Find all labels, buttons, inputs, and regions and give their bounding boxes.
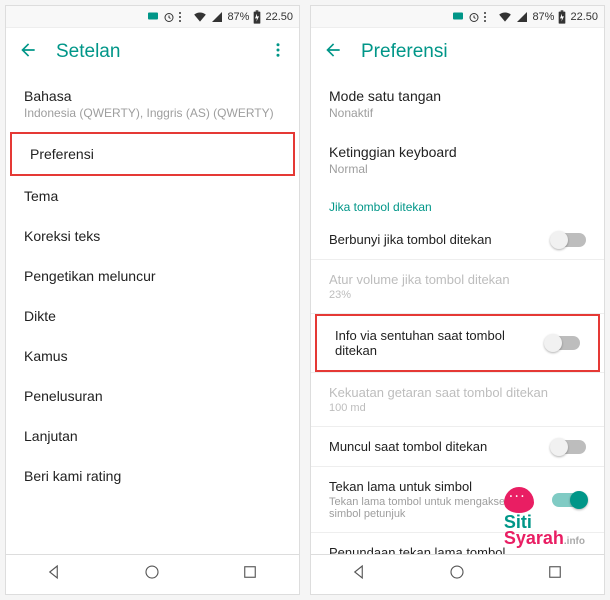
nav-recent-icon[interactable]: [241, 563, 259, 586]
signal-icon: [516, 11, 528, 23]
status-bar: 87% 22.50: [6, 6, 299, 28]
app-bar: Preferensi: [311, 28, 604, 76]
settings-list: Bahasa Indonesia (QWERTY), Inggris (AS) …: [6, 76, 299, 554]
more-icon[interactable]: [269, 41, 287, 64]
status-bar: 87% 22.50: [311, 6, 604, 28]
cast-icon: [452, 11, 464, 23]
item-bahasa[interactable]: Bahasa Indonesia (QWERTY), Inggris (AS) …: [6, 76, 299, 132]
nav-recent-icon[interactable]: [546, 563, 564, 586]
battery-text: 87%: [532, 11, 554, 23]
section-header: Jika tombol ditekan: [311, 188, 604, 220]
phone-left: 87% 22.50 Setelan Bahasa Indonesia (QWER…: [5, 5, 300, 595]
nav-back-icon[interactable]: [46, 563, 64, 586]
signal-icon: [211, 11, 223, 23]
item-lanjutan[interactable]: Lanjutan: [6, 416, 299, 456]
alarm-icon: [468, 11, 480, 23]
alarm-icon: [163, 11, 175, 23]
item-koreksi-teks[interactable]: Koreksi teks: [6, 216, 299, 256]
toggle-tekan-lama-simbol[interactable]: Tekan lama untuk simbolTekan lama tombol…: [311, 467, 604, 532]
page-title: Setelan: [56, 41, 251, 63]
wifi-icon: [498, 11, 512, 23]
item-tema[interactable]: Tema: [6, 176, 299, 216]
item-preferensi[interactable]: Preferensi: [10, 132, 295, 176]
item-dikte[interactable]: Dikte: [6, 296, 299, 336]
item-mode-satu-tangan[interactable]: Mode satu tangan Nonaktif: [311, 76, 604, 132]
item-ketinggian-keyboard[interactable]: Ketinggian keyboard Normal: [311, 132, 604, 188]
phone-right: 87% 22.50 Preferensi Mode satu tangan No…: [310, 5, 605, 595]
item-kekuatan-getaran: Kekuatan getaran saat tombol ditekan100 …: [311, 373, 604, 426]
switch[interactable]: [546, 336, 580, 350]
nav-home-icon[interactable]: [143, 563, 161, 586]
battery-text: 87%: [227, 11, 249, 23]
item-pengetikan-meluncur[interactable]: Pengetikan meluncur: [6, 256, 299, 296]
item-penelusuran[interactable]: Penelusuran: [6, 376, 299, 416]
nav-bar: [311, 554, 604, 594]
switch[interactable]: [552, 440, 586, 454]
page-title: Preferensi: [361, 41, 592, 63]
time-text: 22.50: [265, 11, 293, 23]
switch[interactable]: [552, 493, 586, 507]
nfc-icon: [484, 11, 494, 23]
toggle-berbunyi[interactable]: Berbunyi jika tombol ditekan: [311, 220, 604, 259]
toggle-muncul[interactable]: Muncul saat tombol ditekan: [311, 427, 604, 466]
item-atur-volume: Atur volume jika tombol ditekan23%: [311, 260, 604, 313]
battery-icon: [558, 10, 566, 24]
nav-home-icon[interactable]: [448, 563, 466, 586]
nav-back-icon[interactable]: [351, 563, 369, 586]
item-kamus[interactable]: Kamus: [6, 336, 299, 376]
back-icon[interactable]: [18, 40, 38, 65]
item-penundaan-tekan-lama[interactable]: Penundaan tekan lama tombol300 md: [311, 533, 604, 554]
switch[interactable]: [552, 233, 586, 247]
wifi-icon: [193, 11, 207, 23]
nav-bar: [6, 554, 299, 594]
item-beri-rating[interactable]: Beri kami rating: [6, 456, 299, 496]
toggle-info-sentuhan[interactable]: Info via sentuhan saat tombol ditekan: [315, 314, 600, 372]
cast-icon: [147, 11, 159, 23]
time-text: 22.50: [570, 11, 598, 23]
preferences-list: Mode satu tangan Nonaktif Ketinggian key…: [311, 76, 604, 554]
nfc-icon: [179, 11, 189, 23]
app-bar: Setelan: [6, 28, 299, 76]
battery-icon: [253, 10, 261, 24]
back-icon[interactable]: [323, 40, 343, 65]
